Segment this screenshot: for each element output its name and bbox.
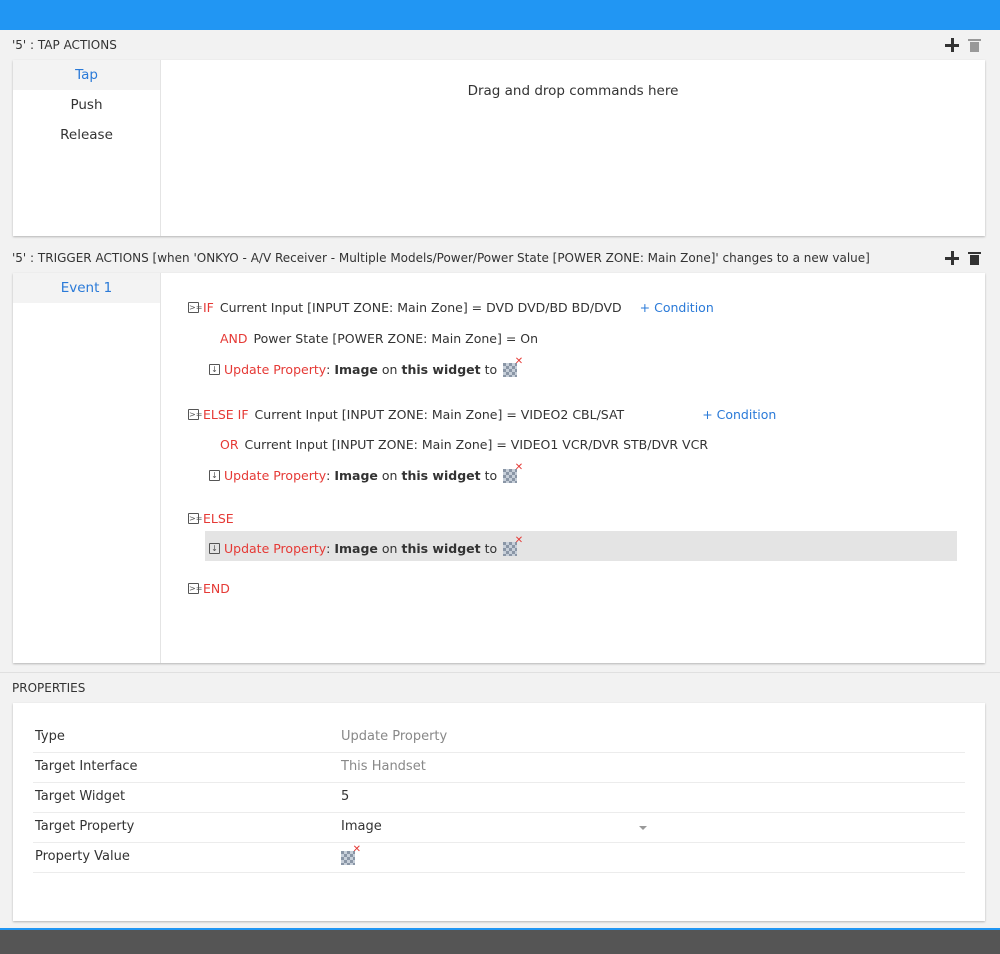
image-icon[interactable]: ✕ bbox=[503, 462, 523, 483]
property-key: Target Widget bbox=[35, 789, 126, 804]
bottom-bar bbox=[0, 928, 1000, 954]
on-text: on bbox=[381, 540, 398, 556]
add-icon[interactable] bbox=[945, 251, 959, 265]
trigger-actions-header: '5' : TRIGGER ACTIONS [when 'ONKYO - A/V… bbox=[0, 243, 1000, 273]
target-text: this widget bbox=[401, 467, 481, 483]
target-property-select[interactable]: Image bbox=[341, 819, 382, 834]
property-row-target-interface: Target Interface This Handset bbox=[33, 753, 965, 783]
dropzone-text: Drag and drop commands here bbox=[467, 83, 679, 99]
image-icon[interactable]: ✕ bbox=[503, 356, 523, 377]
tab-release[interactable]: Release bbox=[13, 120, 160, 150]
elseif-keyword: ELSE IF bbox=[203, 407, 249, 422]
block-icon: >= bbox=[188, 302, 203, 313]
if-line[interactable]: >= IF Current Input [INPUT ZONE: Main Zo… bbox=[188, 300, 714, 315]
to-text: to bbox=[484, 540, 498, 556]
on-text: on bbox=[381, 361, 398, 377]
property-row-target-widget[interactable]: Target Widget 5 bbox=[33, 783, 965, 813]
image-icon[interactable]: ✕ bbox=[503, 535, 523, 556]
trash-icon[interactable] bbox=[968, 38, 981, 52]
target-widget-field[interactable]: 5 bbox=[341, 789, 349, 804]
properties-header: PROPERTIES bbox=[0, 672, 1000, 702]
else-keyword: ELSE bbox=[203, 511, 234, 526]
tab-push[interactable]: Push bbox=[13, 90, 160, 120]
tap-side-list: Tap Push Release bbox=[13, 60, 161, 236]
elseif-condition: Current Input [INPUT ZONE: Main Zone] = … bbox=[254, 407, 625, 422]
property-name: Image bbox=[334, 540, 378, 556]
property-name: Image bbox=[334, 467, 378, 483]
action-line[interactable]: ↓ Update Property: Image on this widget … bbox=[209, 356, 523, 377]
action-icon: ↓ bbox=[209, 542, 220, 554]
elseif-line[interactable]: >= ELSE IF Current Input [INPUT ZONE: Ma… bbox=[188, 407, 776, 422]
block-icon: >= bbox=[188, 409, 203, 420]
trigger-actions-panel: Event 1 >= IF Current Input [INPUT ZONE:… bbox=[13, 273, 985, 663]
properties-panel: Type Update Property Target Interface Th… bbox=[13, 703, 985, 921]
property-key: Type bbox=[35, 729, 65, 744]
or-condition: Current Input [INPUT ZONE: Main Zone] = … bbox=[244, 437, 709, 452]
if-condition: Current Input [INPUT ZONE: Main Zone] = … bbox=[219, 300, 622, 315]
action-icon: ↓ bbox=[209, 469, 220, 481]
action-icon: ↓ bbox=[209, 363, 220, 375]
tap-actions-title: '5' : TAP ACTIONS bbox=[12, 38, 117, 52]
tap-actions-panel: Tap Push Release Drag and drop commands … bbox=[13, 60, 985, 236]
trash-icon[interactable] bbox=[968, 251, 981, 265]
and-line[interactable]: AND Power State [POWER ZONE: Main Zone] … bbox=[220, 331, 538, 346]
target-text: this widget bbox=[401, 540, 481, 556]
colon: : bbox=[326, 467, 331, 483]
property-value: This Handset bbox=[341, 759, 426, 774]
property-key: Property Value bbox=[35, 849, 130, 864]
if-keyword: IF bbox=[203, 300, 214, 315]
top-bar bbox=[0, 0, 1000, 30]
property-row-type: Type Update Property bbox=[33, 723, 965, 753]
property-key: Target Interface bbox=[35, 759, 138, 774]
else-line[interactable]: >= ELSE bbox=[188, 511, 234, 526]
tap-dropzone[interactable]: Drag and drop commands here bbox=[161, 60, 985, 236]
on-text: on bbox=[381, 467, 398, 483]
or-line[interactable]: OR Current Input [INPUT ZONE: Main Zone]… bbox=[220, 437, 708, 452]
colon: : bbox=[326, 540, 331, 556]
end-line[interactable]: >= END bbox=[188, 581, 230, 596]
property-key: Target Property bbox=[35, 819, 135, 834]
property-value: Update Property bbox=[341, 729, 448, 744]
tap-actions-header: '5' : TAP ACTIONS bbox=[0, 30, 1000, 60]
update-property-label: Update Property bbox=[224, 540, 327, 556]
tab-tap[interactable]: Tap bbox=[13, 60, 160, 90]
property-name: Image bbox=[334, 361, 378, 377]
property-value-image-icon[interactable]: ✕ bbox=[341, 844, 361, 865]
update-property-label: Update Property bbox=[224, 361, 327, 377]
to-text: to bbox=[484, 361, 498, 377]
event-side-list: Event 1 bbox=[13, 273, 161, 663]
target-text: this widget bbox=[401, 361, 481, 377]
and-keyword: AND bbox=[220, 331, 248, 346]
add-icon[interactable] bbox=[945, 38, 959, 52]
block-icon: >= bbox=[188, 513, 203, 524]
or-keyword: OR bbox=[220, 437, 239, 452]
chevron-down-icon[interactable] bbox=[639, 826, 647, 830]
block-icon: >= bbox=[188, 583, 203, 594]
add-condition-link[interactable]: + Condition bbox=[702, 407, 776, 422]
action-line[interactable]: ↓ Update Property: Image on this widget … bbox=[209, 462, 523, 483]
logic-editor: >= IF Current Input [INPUT ZONE: Main Zo… bbox=[161, 273, 985, 663]
add-condition-link[interactable]: + Condition bbox=[640, 300, 714, 315]
action-line[interactable]: ↓ Update Property: Image on this widget … bbox=[209, 535, 523, 556]
and-condition: Power State [POWER ZONE: Main Zone] = On bbox=[253, 331, 539, 346]
colon: : bbox=[326, 361, 331, 377]
to-text: to bbox=[484, 467, 498, 483]
end-keyword: END bbox=[203, 581, 230, 596]
trigger-actions-title: '5' : TRIGGER ACTIONS [when 'ONKYO - A/V… bbox=[12, 251, 870, 265]
update-property-label: Update Property bbox=[224, 467, 327, 483]
tab-event-1[interactable]: Event 1 bbox=[13, 273, 160, 303]
property-row-property-value[interactable]: Property Value ✕ bbox=[33, 843, 965, 873]
property-row-target-property[interactable]: Target Property Image bbox=[33, 813, 965, 843]
